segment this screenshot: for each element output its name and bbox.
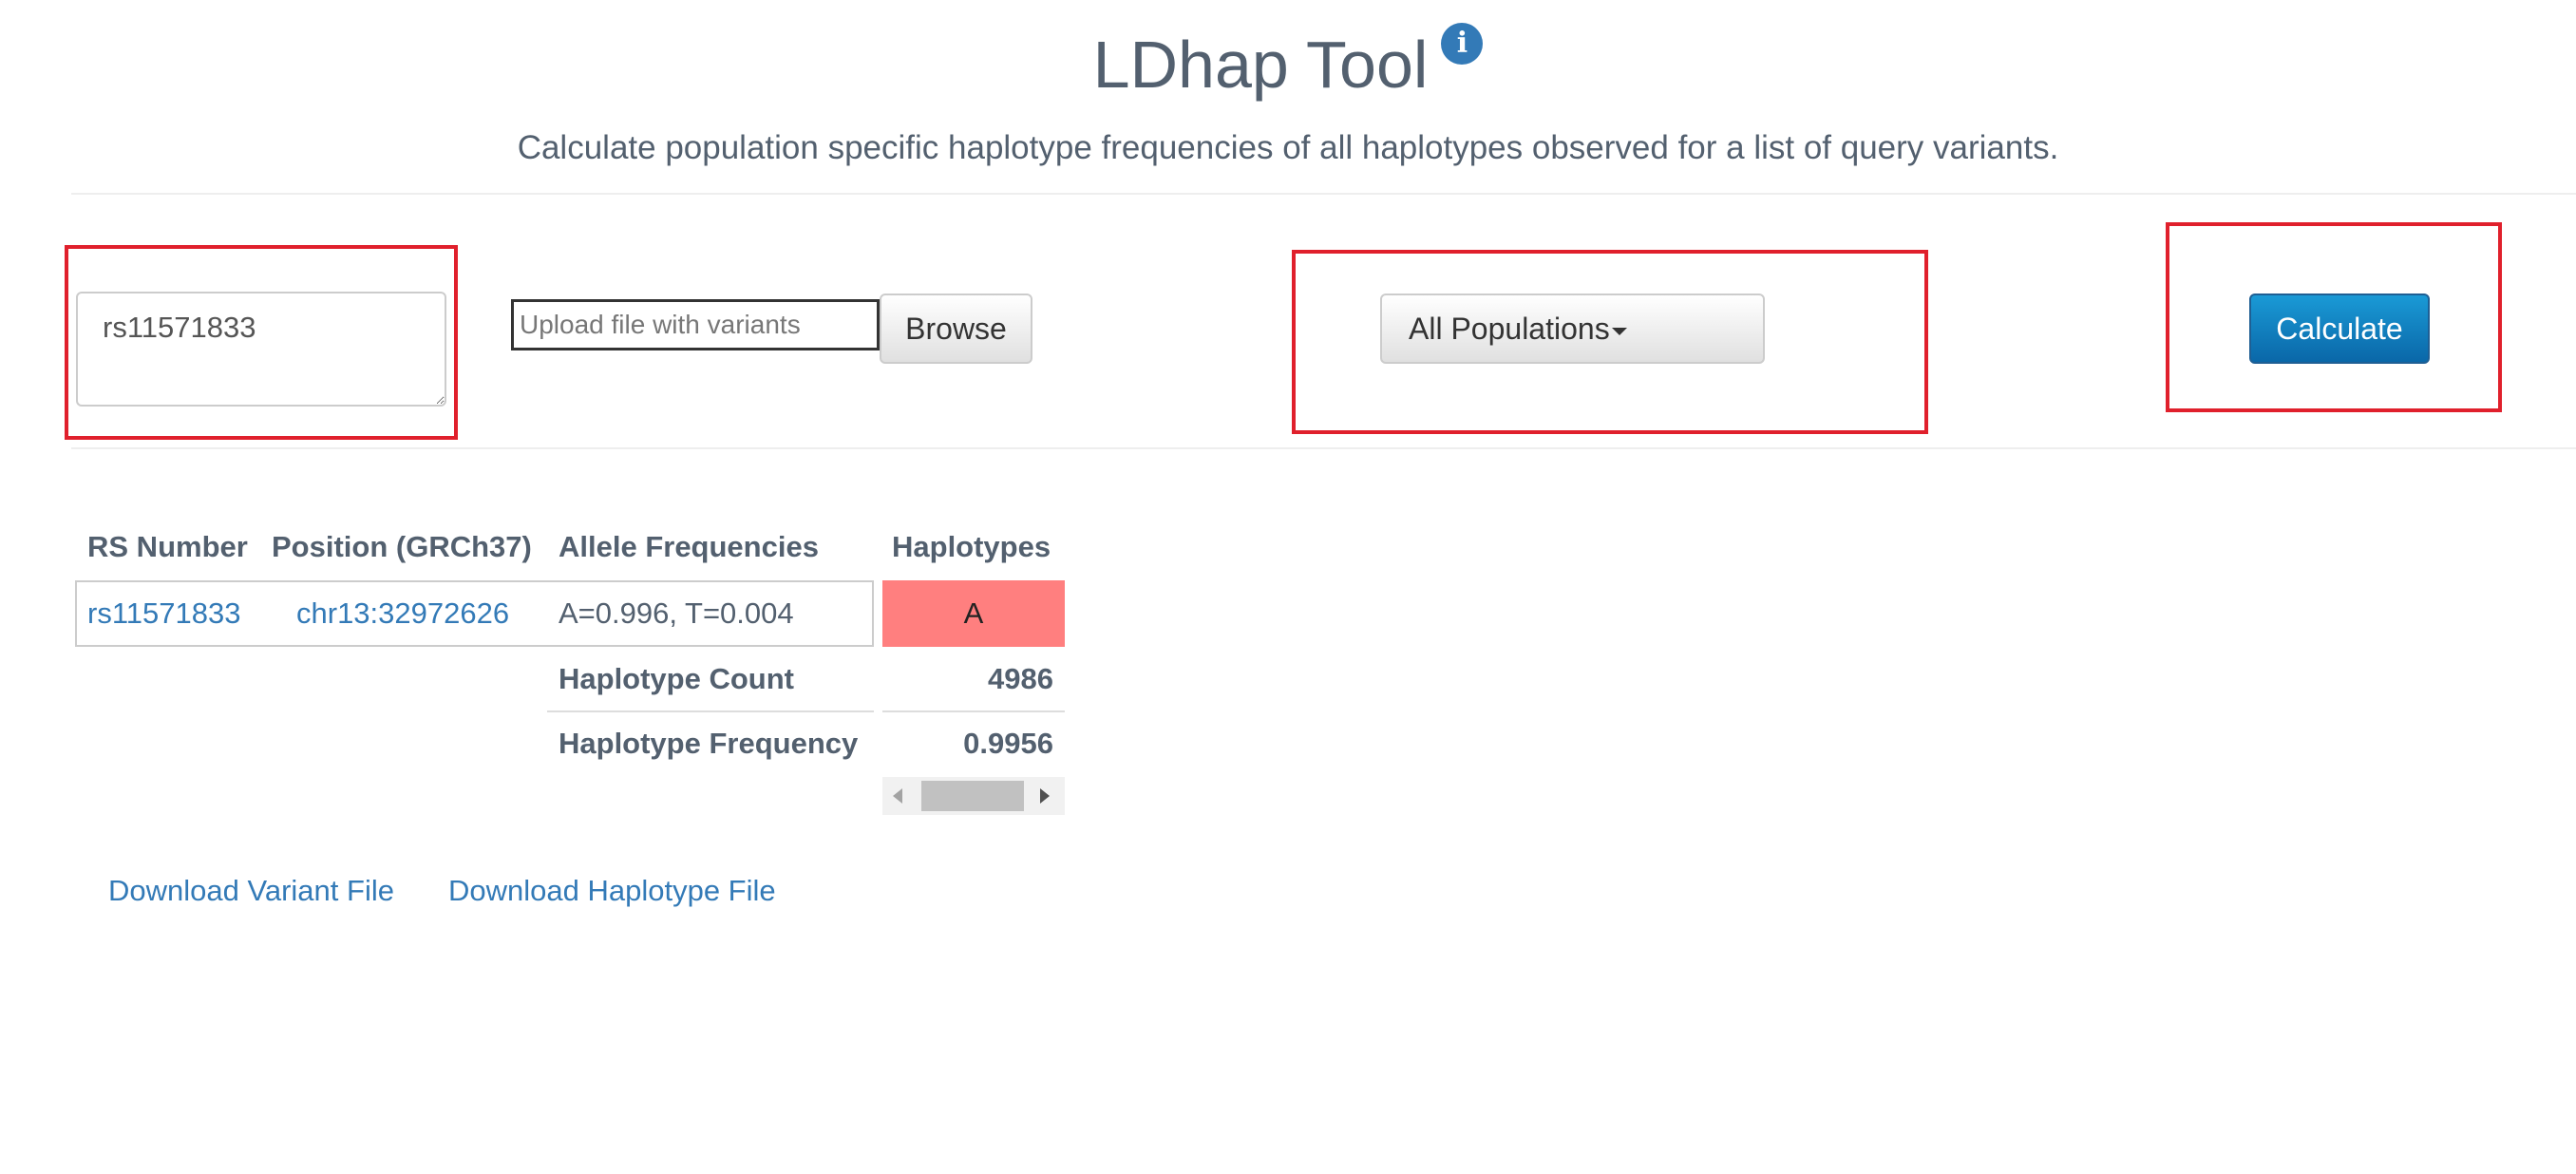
download-haplotype-file-link[interactable]: Download Haplotype File (448, 872, 776, 910)
summary-divider (882, 710, 1065, 712)
column-header-rs-number: RS Number (87, 530, 248, 563)
controls-divider (71, 447, 2576, 449)
column-header-allele-frequencies: Allele Frequencies (559, 530, 819, 563)
column-header-position: Position (GRCh37) (272, 530, 532, 563)
haplotype-frequency-value: 0.9956 (963, 727, 1053, 760)
highlight-box-population (1292, 250, 1928, 434)
header-divider (71, 193, 2576, 195)
summary-divider (547, 710, 874, 712)
allele-frequencies-cell: A=0.996, T=0.004 (559, 596, 794, 630)
haplotype-count-value: 4986 (988, 662, 1053, 695)
page-title: LDhap Tool i (0, 23, 2576, 104)
scrollbar-thumb[interactable] (921, 781, 1024, 811)
highlight-box-variant-input (65, 245, 458, 440)
highlight-box-calculate (2166, 222, 2502, 412)
haplotype-count-label: Haplotype Count (559, 662, 794, 695)
position-link[interactable]: chr13:32972626 (296, 595, 509, 633)
rs-number-link[interactable]: rs11571833 (87, 595, 240, 633)
browse-button[interactable]: Browse (880, 294, 1032, 364)
haplotype-frequency-label: Haplotype Frequency (559, 727, 859, 760)
info-icon[interactable]: i (1441, 23, 1484, 65)
download-variant-file-link[interactable]: Download Variant File (108, 872, 394, 910)
scroll-right-icon[interactable] (1040, 788, 1050, 804)
page-subtitle: Calculate population specific haplotype … (517, 129, 2059, 166)
page-title-text: LDhap Tool (1092, 28, 1429, 102)
upload-file-input[interactable] (511, 299, 880, 350)
scroll-left-icon[interactable] (893, 788, 902, 804)
haplotype-allele-cell: A (882, 580, 1065, 647)
column-header-haplotypes: Haplotypes (892, 530, 1051, 563)
